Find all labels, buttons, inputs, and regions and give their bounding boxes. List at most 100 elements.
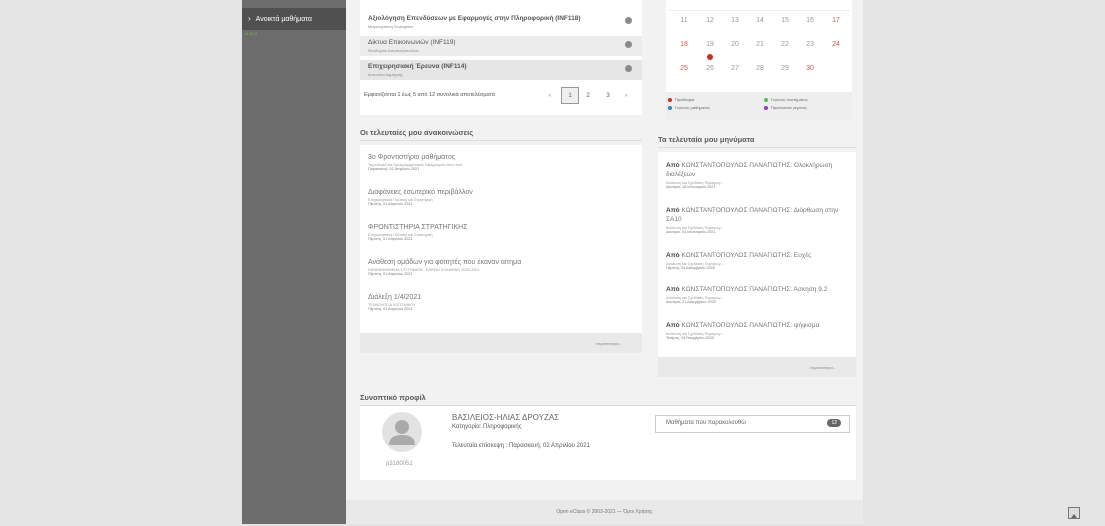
calendar-day[interactable]: 18 xyxy=(674,41,694,48)
calendar-day[interactable]: 16 xyxy=(800,17,820,24)
avatar xyxy=(382,412,422,452)
course-menu-icon[interactable] xyxy=(625,17,632,24)
followed-courses-box[interactable]: Μαθήματα που παρακολουθώ 12 xyxy=(655,415,850,433)
course-menu-icon[interactable] xyxy=(625,65,632,72)
message-from-label: Από xyxy=(666,286,680,293)
system-event-dot-icon xyxy=(764,97,768,102)
message-sender: ΚΩΝΣΤΑΝΤΟΠΟΥΛΟΣ ΠΑΝΑΓΙΩΤΗΣ xyxy=(681,322,791,329)
message-subject: Άσκηση 9.2 xyxy=(793,286,828,293)
course-teacher: Θεοδώρου Αποστολόπουλος xyxy=(368,48,420,53)
calendar-day[interactable]: 28 xyxy=(750,65,770,72)
messages-more-link[interactable]: περισσότερα... xyxy=(810,365,836,370)
announcement-item[interactable]: Διαφάνειες εσωτερικό περιβάλλον Επιχειρη… xyxy=(368,189,473,206)
course-row[interactable]: Δίκτυα Επικοινωνιών (INF119) Θεοδώρου Απ… xyxy=(360,36,642,56)
announcement-item[interactable]: 3ο Φροντιστήριο μαθήματος Τεχνολογία και… xyxy=(368,154,462,171)
announcement-item[interactable]: ΦΡΟΝΤΙΣΤΗΡΙΑ ΣΤΡΑΤΗΓΙΚΗΣ Επιχειρησιακή Π… xyxy=(368,224,468,241)
course-teacher: Αντωνίου Δημήτρης xyxy=(368,72,403,77)
calendar-day[interactable]: 24 xyxy=(826,41,846,48)
calendar-day[interactable]: 15 xyxy=(775,17,795,24)
calendar-day[interactable]: 14 xyxy=(750,17,770,24)
profile-name: ΒΑΣΙΛΕΙΟΣ-ΗΛΙΑΣ ΔΡΟΥΖΑΣ xyxy=(452,413,560,422)
message-item[interactable]: Από ΚΩΝΣΤΑΝΤΟΠΟΥΛΟΣ ΠΑΝΑΓΙΩΤΗΣ: Άσκηση 9… xyxy=(666,285,852,304)
message-sender: ΚΩΝΣΤΑΝΤΟΠΟΥΛΟΣ ΠΑΝΑΓΙΩΤΗΣ xyxy=(681,252,791,259)
calendar-event-dot[interactable] xyxy=(707,54,713,60)
course-menu-icon[interactable] xyxy=(625,41,632,48)
sidebar-item-open-courses[interactable]: › Ανοικτά μαθήματα xyxy=(242,8,346,30)
sidebar-version-text: v3.10.2 xyxy=(244,31,258,36)
announcement-item[interactable]: Ανάθεση ομάδων για φοιτητές που έκαναν α… xyxy=(368,259,521,276)
message-from-label: Από xyxy=(666,252,680,259)
announcement-title[interactable]: Ανάθεση ομάδων για φοιτητές που έκαναν α… xyxy=(368,259,521,266)
calendar-day[interactable]: 23 xyxy=(800,41,820,48)
course-title[interactable]: Αξιολόγηση Επενδύσεων με Εφαρμογές στην … xyxy=(368,15,581,22)
message-date: Πέμπτη, 24 Δεκεμβρίου 2020 xyxy=(666,266,715,270)
message-item[interactable]: Από ΚΩΝΣΤΑΝΤΟΠΟΥΛΟΣ ΠΑΝΑΓΙΩΤΗΣ: Διόρθωση… xyxy=(666,206,852,234)
announcement-title[interactable]: 3ο Φροντιστήριο μαθήματος xyxy=(368,154,462,161)
course-title[interactable]: Επιχειρησιακή Έρευνα (INF114) xyxy=(368,63,467,70)
profile-category: Κατηγορία: Πληροφορικής xyxy=(452,424,522,430)
sidebar-item-label: Ανοικτά μαθήματα xyxy=(255,16,312,23)
message-from-label: Από xyxy=(666,322,680,329)
pagination-info: Εμφανίζονται 1 έως 5 από 12 συνολικά απο… xyxy=(364,92,495,98)
announcement-title[interactable]: Διαφάνειες εσωτερικό περιβάλλον xyxy=(368,189,473,196)
announcement-date: Πέμπτη, 01 Απριλίου 2021 xyxy=(368,237,413,241)
message-from-label: Από xyxy=(666,162,680,169)
calendar-day[interactable]: 25 xyxy=(674,65,694,72)
calendar-day[interactable]: 11 xyxy=(674,17,694,24)
calendar-day[interactable]: 27 xyxy=(725,65,745,72)
followed-courses-count-badge: 12 xyxy=(827,419,841,427)
personal-event-dot-icon xyxy=(764,105,768,110)
user-icon xyxy=(389,420,415,445)
sidebar: › Ανοικτά μαθήματα v3.10.2 xyxy=(242,0,346,524)
message-subject: ψήφισμα xyxy=(793,322,820,329)
profile-last-visit: Τελευταία επίσκεψη : Παρασκευή, 02 Απριλ… xyxy=(452,443,590,449)
profile-heading: Συνοπτικό προφίλ xyxy=(360,393,426,402)
calendar-day[interactable]: 13 xyxy=(725,17,745,24)
announcement-title[interactable]: Διάλεξη 1/4/2021 xyxy=(368,294,421,301)
announcement-title[interactable]: ΦΡΟΝΤΙΣΤΗΡΙΑ ΣΤΡΑΤΗΓΙΚΗΣ xyxy=(368,224,468,231)
announcements-heading: Οι τελευταίες μου ανακοινώσεις xyxy=(360,128,474,137)
calendar-day[interactable]: 19 xyxy=(700,41,720,48)
message-item[interactable]: Από ΚΩΝΣΤΑΝΤΟΠΟΥΛΟΣ ΠΑΝΑΓΙΩΤΗΣ: ψήφισμα … xyxy=(666,321,852,340)
followed-courses-label: Μαθήματα που παρακολουθώ xyxy=(666,420,746,426)
message-item[interactable]: Από ΚΩΝΣΤΑΝΤΟΠΟΥΛΟΣ ΠΑΝΑΓΙΩΤΗΣ: Ευχές Αν… xyxy=(666,251,852,270)
scroll-top-button[interactable] xyxy=(1068,507,1080,519)
message-date: Δευτέρα, 18 Ιανουαρίου 2021 xyxy=(666,185,716,189)
pagination-page-1[interactable]: 1 xyxy=(561,87,579,104)
announcements-more-link[interactable]: περισσότερα... xyxy=(596,341,622,346)
course-title[interactable]: Δίκτυα Επικοινωνιών (INF119) xyxy=(368,39,456,46)
calendar-day[interactable]: 30 xyxy=(800,65,820,72)
announcement-item[interactable]: Διάλεξη 1/4/2021 ΤΕΧΝΟΛΟΓΙΑ ΛΟΓΙΣΜΙΚΟΥ Π… xyxy=(368,294,421,311)
message-subject: Ευχές xyxy=(793,252,812,259)
message-from-label: Από xyxy=(666,207,680,214)
chevron-right-icon: › xyxy=(248,14,251,23)
arrow-up-icon xyxy=(1071,514,1077,518)
legend-course-events: Γεγονός μαθήματος xyxy=(668,105,710,110)
pagination-page-3[interactable]: 3 xyxy=(603,92,613,99)
message-date: Τετάρτη, 04 Νοεμβρίου 2020 xyxy=(666,336,714,340)
calendar-day[interactable]: 12 xyxy=(700,17,720,24)
legend-deadline: Προθεσμία xyxy=(668,97,694,102)
deadline-dot-icon xyxy=(668,97,672,102)
legend-system-events: Γεγονός συστήματος xyxy=(764,97,808,102)
message-date: Δευτέρα, 21 Δεκεμβρίου 2020 xyxy=(666,300,716,304)
message-item[interactable]: Από ΚΩΝΣΤΑΝΤΟΠΟΥΛΟΣ ΠΑΝΑΓΙΩΤΗΣ: Ολοκλήρω… xyxy=(666,161,852,189)
pagination-next[interactable]: › xyxy=(622,92,630,99)
course-row[interactable]: Επιχειρησιακή Έρευνα (INF114) Αντωνίου Δ… xyxy=(360,60,642,80)
message-sender: ΚΩΝΣΤΑΝΤΟΠΟΥΛΟΣ ΠΑΝΑΓΙΩΤΗΣ xyxy=(681,162,791,169)
messages-heading-divider xyxy=(658,147,856,148)
pagination-prev[interactable]: ‹ xyxy=(546,92,554,99)
calendar-day[interactable]: 29 xyxy=(775,65,795,72)
calendar-day[interactable]: 21 xyxy=(750,41,770,48)
message-date: Δευτέρα, 04 Ιανουαρίου 2021 xyxy=(666,230,716,234)
calendar-day[interactable]: 22 xyxy=(775,41,795,48)
pagination-page-2[interactable]: 2 xyxy=(583,92,593,99)
announcement-date: Παρασκευή, 02 Απριλίου 2021 xyxy=(368,167,420,171)
calendar-day[interactable]: 26 xyxy=(700,65,720,72)
footer-text[interactable]: Open eClass © 2003-2021 — Όροι Χρήσης xyxy=(556,509,652,515)
calendar-day[interactable]: 17 xyxy=(826,17,846,24)
announcements-heading-divider xyxy=(360,140,642,141)
course-row[interactable]: Αξιολόγηση Επενδύσεων με Εφαρμογές στην … xyxy=(360,12,642,32)
calendar-day[interactable]: 20 xyxy=(725,41,745,48)
message-sender: ΚΩΝΣΤΑΝΤΟΠΟΥΛΟΣ ΠΑΝΑΓΙΩΤΗΣ xyxy=(681,207,791,214)
